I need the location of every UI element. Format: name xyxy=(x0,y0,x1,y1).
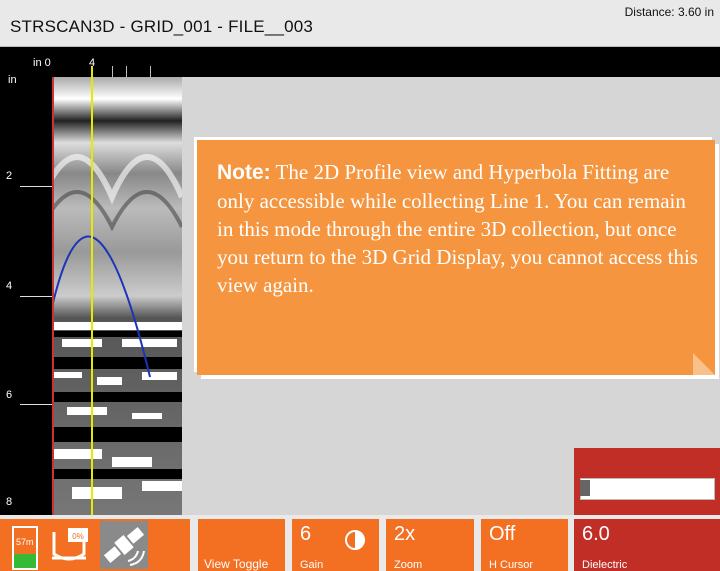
dielectric-button[interactable]: 6.0 Dielectric xyxy=(574,519,720,571)
depth-tick xyxy=(20,186,52,187)
cursor-line[interactable] xyxy=(91,66,93,515)
note-fold-corner xyxy=(693,353,715,375)
view-toggle-button[interactable]: View Toggle xyxy=(198,519,285,571)
contrast-icon xyxy=(345,530,365,550)
scale-bar xyxy=(0,47,720,77)
note-text: Note: The 2D Profile view and Hyperbola … xyxy=(217,158,707,299)
scan-graphic xyxy=(52,77,182,515)
distance-readout: Distance: 3.60 in xyxy=(624,5,714,19)
depth-unit-label: in xyxy=(8,74,17,86)
gain-button[interactable]: 6 Gain xyxy=(292,519,379,571)
satellite-icon xyxy=(100,521,148,569)
h-cursor-button[interactable]: Off H Cursor xyxy=(481,519,568,571)
note-heading: Note: xyxy=(217,161,271,184)
depth-label-8: 8 xyxy=(6,496,13,508)
view-toggle-label: View Toggle xyxy=(204,557,269,571)
horizontal-scale-start: in 0 xyxy=(33,57,51,69)
depth-label-6: 6 xyxy=(6,389,13,401)
depth-tick xyxy=(20,404,52,405)
gain-label: Gain xyxy=(300,559,324,571)
depth-label-2: 2 xyxy=(6,170,13,182)
radar-scan-image[interactable] xyxy=(52,77,182,515)
h-cursor-label: H Cursor xyxy=(489,559,534,571)
battery-icon: 57m xyxy=(12,526,38,570)
depth-tick xyxy=(20,296,52,297)
zoom-value: 2x xyxy=(394,523,416,545)
dielectric-value: 6.0 xyxy=(582,523,610,545)
storage-icon: 0% xyxy=(52,528,88,561)
storage-percent: 0% xyxy=(72,532,84,541)
h-cursor-value: Off xyxy=(489,523,516,545)
note-body: The 2D Profile view and Hyperbola Fittin… xyxy=(217,160,698,297)
battery-time: 57m xyxy=(16,537,34,547)
depth-label-4: 4 xyxy=(6,280,13,292)
file-title: STRSCAN3D - GRID_001 - FILE__003 xyxy=(10,17,314,36)
zoom-button[interactable]: 2x Zoom xyxy=(386,519,474,571)
scan-start-marker xyxy=(52,77,54,515)
dielectric-slider[interactable] xyxy=(580,478,715,500)
dielectric-label: Dielectric xyxy=(582,559,628,571)
note-callout: Note: The 2D Profile view and Hyperbola … xyxy=(197,140,715,375)
dielectric-slider-handle[interactable] xyxy=(580,480,590,496)
battery-level-fill xyxy=(14,554,36,568)
title-bar: STRSCAN3D - GRID_001 - FILE__003 Distanc… xyxy=(0,0,720,47)
zoom-label: Zoom xyxy=(394,559,423,571)
gain-value: 6 xyxy=(300,523,312,545)
